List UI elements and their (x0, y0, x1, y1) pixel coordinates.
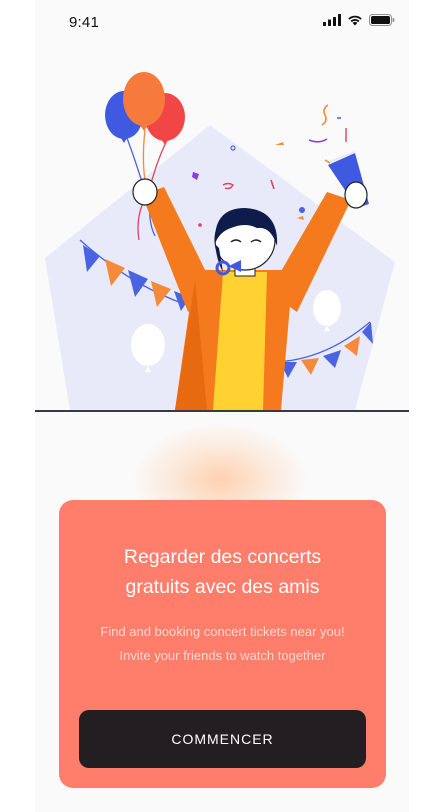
card-title-line-1: Regarder des concerts (123, 546, 322, 568)
card-title-line-2: gratuits avec des amis (125, 576, 320, 598)
card-subtitle-line-2: Invite your friends to watch together (119, 648, 326, 663)
card-subtitle-line-1: Find and booking concert tickets near yo… (100, 624, 345, 639)
card-subtitle: Find and booking concert tickets near yo… (71, 620, 374, 668)
card-title: Regarder des concerts gratuits avec des … (79, 542, 366, 602)
onboarding-card: Regarder des concerts gratuits avec des … (59, 500, 386, 788)
party-illustration (35, 72, 409, 412)
commencer-button[interactable]: COMMENCER (79, 710, 366, 768)
phone-screen: 9:41 Regarder des concerts gratuits avec… (35, 0, 409, 812)
